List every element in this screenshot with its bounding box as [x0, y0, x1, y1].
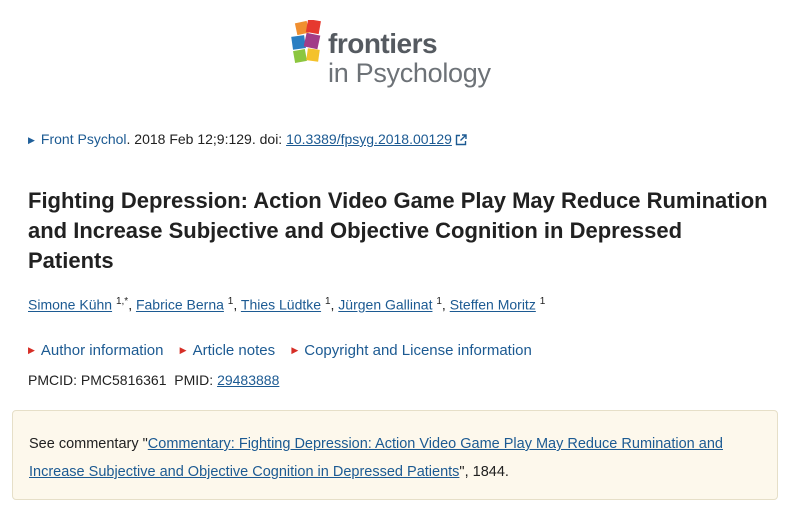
commentary-notice: See commentary "Commentary: Fighting Dep… — [12, 410, 778, 500]
author-information-toggle[interactable]: ▶ Author information — [28, 342, 164, 359]
pmcid-label: PMCID: — [28, 372, 81, 388]
article-notes-link[interactable]: Article notes — [193, 342, 276, 359]
author-link[interactable]: Thies Lüdtke — [241, 297, 321, 313]
pmcid-value: PMC5816361 — [80, 372, 167, 388]
pmid-label: PMID: — [174, 372, 218, 388]
author-link[interactable]: Steffen Moritz — [450, 297, 536, 313]
author-link[interactable]: Jürgen Gallinat — [338, 297, 432, 313]
author-link[interactable]: Fabrice Berna — [136, 297, 224, 313]
article-title: Fighting Depression: Action Video Game P… — [28, 188, 768, 273]
commentary-prefix: See commentary " — [29, 436, 148, 452]
frontiers-cube-icon — [291, 20, 321, 63]
logo-subtitle: in Psychology — [328, 58, 491, 88]
author-link[interactable]: Simone Kühn — [28, 297, 112, 313]
author-affiliation: 1,* — [115, 296, 129, 307]
triangle-right-icon: ▶ — [28, 345, 35, 355]
author-affiliation: 1 — [539, 296, 546, 307]
author-information-link[interactable]: Author information — [41, 342, 164, 359]
citation-line: ▶ Front Psychol. 2018 Feb 12;9:129. doi: … — [28, 131, 467, 147]
author-list: Simone Kühn 1,*, Fabrice Berna 1, Thies … — [28, 296, 545, 313]
triangle-right-icon: ▶ — [179, 345, 187, 355]
author-separator: , — [128, 296, 136, 313]
author-separator: , — [233, 296, 241, 313]
commentary-suffix: ", 1844. — [459, 464, 509, 480]
author-separator: , — [441, 296, 450, 313]
commentary-text: See commentary "Commentary: Fighting Dep… — [29, 430, 769, 486]
article-info-links: ▶ Author information ▶ Article notes ▶ Copy… — [28, 342, 544, 359]
journal-logo[interactable]: frontiers in Psychology — [290, 20, 505, 92]
article-ids: PMCID: PMC5816361 PMID: 29483888 — [28, 372, 279, 388]
external-link-icon[interactable] — [455, 134, 467, 146]
citation-details: . 2018 Feb 12;9:129. doi: — [126, 131, 287, 147]
triangle-right-icon: ▶ — [291, 345, 299, 355]
triangle-right-icon: ▶ — [28, 135, 35, 145]
journal-link[interactable]: Front Psychol — [41, 131, 127, 147]
doi-link[interactable]: 10.3389/fpsyg.2018.00129 — [286, 131, 452, 147]
copyright-license-link[interactable]: Copyright and License information — [304, 342, 532, 359]
pmid-link[interactable]: 29483888 — [217, 372, 279, 388]
copyright-toggle[interactable]: ▶ Copyright and License information — [291, 342, 532, 359]
article-notes-toggle[interactable]: ▶ Article notes — [180, 342, 275, 359]
logo-wordmark: frontiers — [328, 28, 438, 59]
